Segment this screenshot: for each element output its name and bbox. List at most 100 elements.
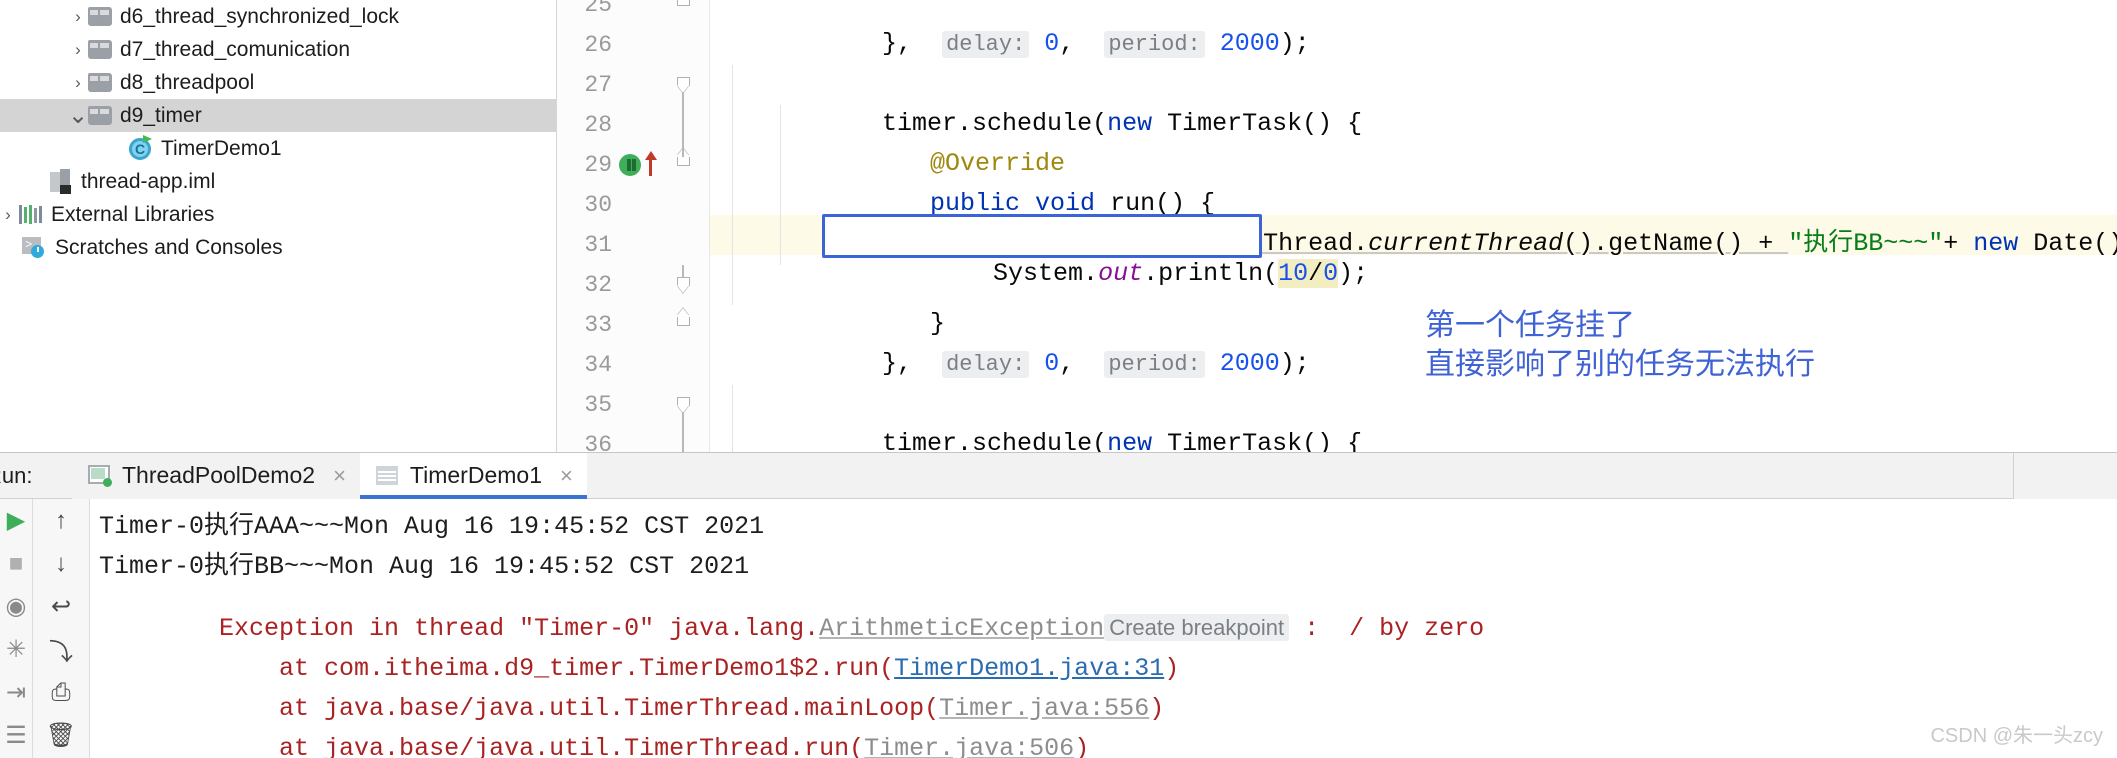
code-token: currentThread xyxy=(1368,229,1564,258)
java-class-icon: C xyxy=(128,135,153,161)
param-hint-period: period: xyxy=(1104,351,1205,378)
run-toolbar-left[interactable]: ▶ ■ ◉ ✳ ⇥ ☰ xyxy=(0,499,32,758)
stop-icon[interactable]: ■ xyxy=(0,542,32,585)
code-line-33: }, delay: 0, period: 2000); xyxy=(732,304,1310,378)
code-token: 0 xyxy=(1044,29,1060,58)
code-token: new xyxy=(1107,429,1153,452)
code-token: ); xyxy=(1279,29,1310,58)
trash-icon[interactable]: 🗑 xyxy=(33,714,89,757)
run-tab-threadpooldemo2[interactable]: ThreadPoolDemo2 × xyxy=(72,452,360,499)
line-number: 26 xyxy=(584,32,612,58)
camera-icon[interactable]: ◉ xyxy=(0,585,32,628)
code-token: 0 xyxy=(1044,349,1060,378)
scroll-to-end-icon[interactable]: ⤵ xyxy=(33,628,89,671)
scratches-icon: >_ xyxy=(22,236,47,259)
code-token: ().getName() + xyxy=(1563,229,1789,258)
ide-top-area: › d6_thread_synchronized_lock › d7_threa… xyxy=(0,0,2117,452)
tree-item-thread-app-iml[interactable]: thread-app.iml xyxy=(0,165,556,198)
code-token: new xyxy=(1973,229,2019,258)
project-tree[interactable]: › d6_thread_synchronized_lock › d7_threa… xyxy=(0,0,557,452)
chevron-down-icon[interactable]: ⌄ xyxy=(68,101,88,130)
param-hint-delay: delay: xyxy=(942,351,1030,378)
console-icon xyxy=(374,464,400,488)
settings-icon[interactable]: ☰ xyxy=(0,714,32,757)
tree-item-d8[interactable]: › d8_threadpool xyxy=(0,66,556,99)
tree-item-d9-timer[interactable]: ⌄ d9_timer xyxy=(0,99,556,132)
chevron-right-icon[interactable]: › xyxy=(68,73,88,93)
code-token: , xyxy=(1059,29,1075,58)
folder-icon xyxy=(88,106,112,125)
code-token: .println( xyxy=(1143,259,1279,288)
code-line-35: timer.schedule(new TimerTask() { xyxy=(732,384,1362,452)
line-number: 32 xyxy=(584,272,612,298)
tree-item-label: d9_timer xyxy=(120,104,202,127)
code-editor[interactable]: 25 26 27 28 29 30 31 32 33 34 35 36}, d… xyxy=(557,0,2117,452)
rerun-icon[interactable]: ▶ xyxy=(0,499,32,542)
console-line: Timer-0执行AAA~~~Mon Aug 16 19:45:52 CST 2… xyxy=(99,512,765,541)
tree-item-label: d7_thread_comunication xyxy=(120,38,350,61)
run-label: Run: xyxy=(0,462,33,488)
tree-item-timerdemo1[interactable]: C TimerDemo1 xyxy=(0,132,556,165)
console-trace-link[interactable]: Timer.java:506 xyxy=(864,734,1074,758)
console-trace-suffix: ) xyxy=(1074,734,1090,758)
run-tabs-bar[interactable]: Run: ThreadPoolDemo2 × TimerDemo1 × xyxy=(0,452,2117,499)
code-token: / xyxy=(1308,259,1324,288)
line-number: 30 xyxy=(584,192,612,218)
print-icon[interactable]: ⎙ xyxy=(33,671,89,714)
tree-item-label: Scratches and Consoles xyxy=(55,236,283,259)
annotation-note: 第一个任务挂了 直接影响了别的任务无法执行 xyxy=(1425,309,1815,381)
code-line-31: System.out.println(10/0); xyxy=(843,214,1368,288)
module-file-icon xyxy=(50,169,73,194)
run-toolbar-secondary[interactable]: ↑ ↓ ↩ ⤵ ⎙ 🗑 xyxy=(32,499,90,758)
code-token: TimerTask() { xyxy=(1152,109,1363,138)
breakpoint-icon[interactable] xyxy=(619,154,641,176)
code-token: }, xyxy=(882,349,913,378)
ide-window: › d6_thread_synchronized_lock › d7_threa… xyxy=(0,0,2117,758)
tree-item-scratches-consoles[interactable]: >_ Scratches and Consoles xyxy=(0,231,556,264)
console-output[interactable]: Timer-0执行AAA~~~Mon Aug 16 19:45:52 CST 2… xyxy=(91,499,2117,758)
tree-item-d6[interactable]: › d6_thread_synchronized_lock xyxy=(0,0,556,33)
console-trace-suffix: ) xyxy=(1164,654,1180,683)
code-line-36: @Override xyxy=(780,424,1065,452)
close-icon[interactable]: × xyxy=(560,463,573,489)
code-token-number: 0 xyxy=(1323,259,1339,288)
line-number: 28 xyxy=(584,112,612,138)
code-area[interactable]: }, delay: 0, period: 2000); timer.schedu… xyxy=(710,0,2117,452)
tree-item-label: TimerDemo1 xyxy=(161,137,282,160)
code-line-27: timer.schedule(new TimerTask() { xyxy=(732,64,1362,138)
chevron-right-icon[interactable]: › xyxy=(68,40,88,60)
chevron-right-icon[interactable]: › xyxy=(0,205,18,225)
run-arrow-icon xyxy=(143,135,152,143)
tree-item-d7[interactable]: › d7_thread_comunication xyxy=(0,33,556,66)
close-icon[interactable]: × xyxy=(333,463,346,489)
line-number: 34 xyxy=(584,352,612,378)
run-tab-label: ThreadPoolDemo2 xyxy=(122,462,316,488)
code-line-29: public void run() { xyxy=(780,144,1215,218)
line-number: 33 xyxy=(584,312,612,338)
line-number: 29 xyxy=(584,152,612,178)
down-arrow-icon[interactable]: ↓ xyxy=(33,542,89,585)
soft-wrap-icon[interactable]: ↩ xyxy=(33,585,89,628)
console-trace-prefix: at java.base/java.util.TimerThread.run( xyxy=(219,734,865,758)
run-tab-timerdemo1[interactable]: TimerDemo1 × xyxy=(359,452,587,499)
code-token: + xyxy=(1943,229,1974,258)
code-token: System. xyxy=(993,259,1099,288)
step-icon[interactable]: ⇥ xyxy=(0,671,32,714)
code-token: 2000 xyxy=(1219,349,1280,378)
run-tool-window: Run: ThreadPoolDemo2 × TimerDemo1 × ▶ ■ … xyxy=(0,452,2117,758)
chevron-right-icon[interactable]: › xyxy=(68,7,88,27)
tree-item-label: d8_threadpool xyxy=(120,71,255,94)
code-token-string: "执行BB~~~" xyxy=(1788,229,1944,258)
param-hint-period: period: xyxy=(1104,31,1205,58)
tree-item-external-libraries[interactable]: › External Libraries xyxy=(0,198,556,231)
param-hint-delay: delay: xyxy=(942,31,1030,58)
up-arrow-icon[interactable]: ↑ xyxy=(33,499,89,542)
code-token: ); xyxy=(1279,349,1310,378)
run-tab-label: TimerDemo1 xyxy=(409,462,542,488)
code-token-number: 10 xyxy=(1278,259,1309,288)
line-number: 31 xyxy=(584,232,612,258)
run-tabs-overflow[interactable] xyxy=(2013,453,2117,499)
code-token: ); xyxy=(1338,259,1369,288)
thread-dump-icon[interactable]: ✳ xyxy=(0,628,32,671)
editor-gutter[interactable]: 25 26 27 28 29 30 31 32 33 34 35 36 xyxy=(557,0,710,452)
